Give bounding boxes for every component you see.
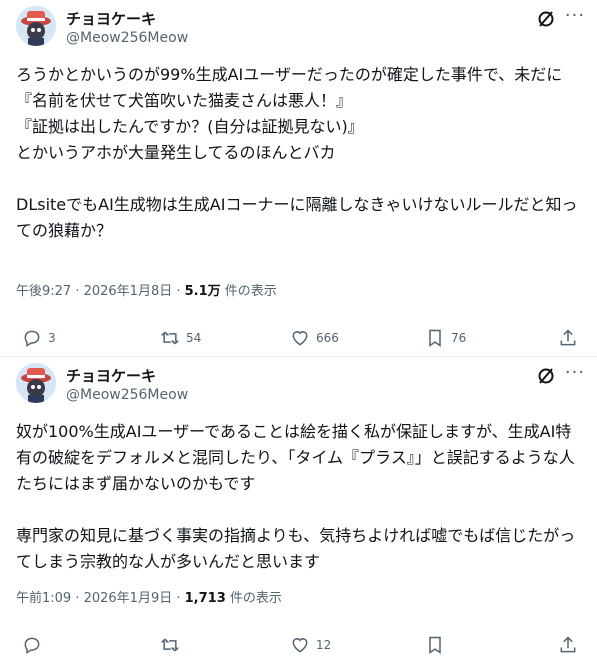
share-icon	[560, 329, 576, 346]
like-button[interactable]: 12	[290, 635, 331, 655]
view-label: 件の表示	[220, 284, 277, 299]
reply-count: 3	[48, 331, 56, 345]
display-name[interactable]: チョヨケーキ	[66, 8, 156, 29]
action-bar: 3 54 666 76	[0, 328, 597, 356]
view-count: 1,713	[184, 591, 226, 606]
repost-count: 54	[186, 331, 202, 345]
repost-icon	[160, 331, 180, 345]
view-label: 件の表示	[225, 591, 282, 606]
reply-button[interactable]: 3	[22, 328, 56, 348]
share-button[interactable]	[558, 635, 578, 655]
reply-button[interactable]	[22, 635, 48, 655]
bookmark-count: 76	[451, 331, 467, 345]
like-icon	[292, 331, 308, 346]
reply-icon	[24, 637, 40, 654]
like-count: 12	[316, 638, 332, 652]
user-handle[interactable]: @Meow256Meow	[66, 30, 188, 46]
bookmark-button[interactable]	[425, 635, 451, 655]
avatar[interactable]	[16, 6, 56, 46]
tweet: チョヨケーキ @Meow256Meow ··· ろうかとかいうのが99%生成AI…	[0, 0, 597, 357]
bookmark-button[interactable]: 76	[425, 328, 466, 348]
repost-icon	[160, 638, 180, 652]
share-icon	[560, 636, 576, 653]
share-button[interactable]	[558, 328, 578, 348]
repost-button[interactable]	[160, 635, 186, 655]
like-icon	[292, 638, 308, 653]
like-button[interactable]: 666	[290, 328, 339, 348]
tweet-meta: 午後9:27 · 2026年1月8日 · 5.1万 件の表示	[16, 280, 277, 299]
avatar[interactable]	[16, 363, 56, 403]
timestamp[interactable]: 午後9:27 · 2026年1月8日 ·	[16, 284, 185, 299]
tweet-meta: 午前1:09 · 2026年1月9日 · 1,713 件の表示	[16, 587, 282, 606]
display-name[interactable]: チョヨケーキ	[66, 365, 156, 386]
grok-icon[interactable]	[536, 366, 556, 386]
user-handle[interactable]: @Meow256Meow	[66, 387, 188, 403]
more-icon[interactable]: ···	[563, 364, 587, 386]
more-icon[interactable]: ···	[563, 7, 587, 29]
action-bar: 12	[0, 635, 597, 663]
reply-icon	[24, 330, 40, 347]
grok-icon[interactable]	[536, 9, 556, 29]
bookmark-icon	[429, 329, 441, 347]
tweet: チョヨケーキ @Meow256Meow ··· 奴が100%生成AIユーザーであ…	[0, 357, 597, 664]
timestamp[interactable]: 午前1:09 · 2026年1月9日 ·	[16, 591, 185, 606]
like-count: 666	[316, 331, 339, 345]
repost-button[interactable]: 54	[160, 328, 201, 348]
bookmark-icon	[429, 636, 441, 654]
view-count: 5.1万	[184, 284, 221, 299]
tweet-text: 奴が100%生成AIユーザーであることは絵を描く私が保証しますが、生成AI特有の…	[16, 422, 576, 571]
tweet-text: ろうかとかいうのが99%生成AIユーザーだったのが確定した事件で、未だに 『名前…	[16, 65, 578, 240]
